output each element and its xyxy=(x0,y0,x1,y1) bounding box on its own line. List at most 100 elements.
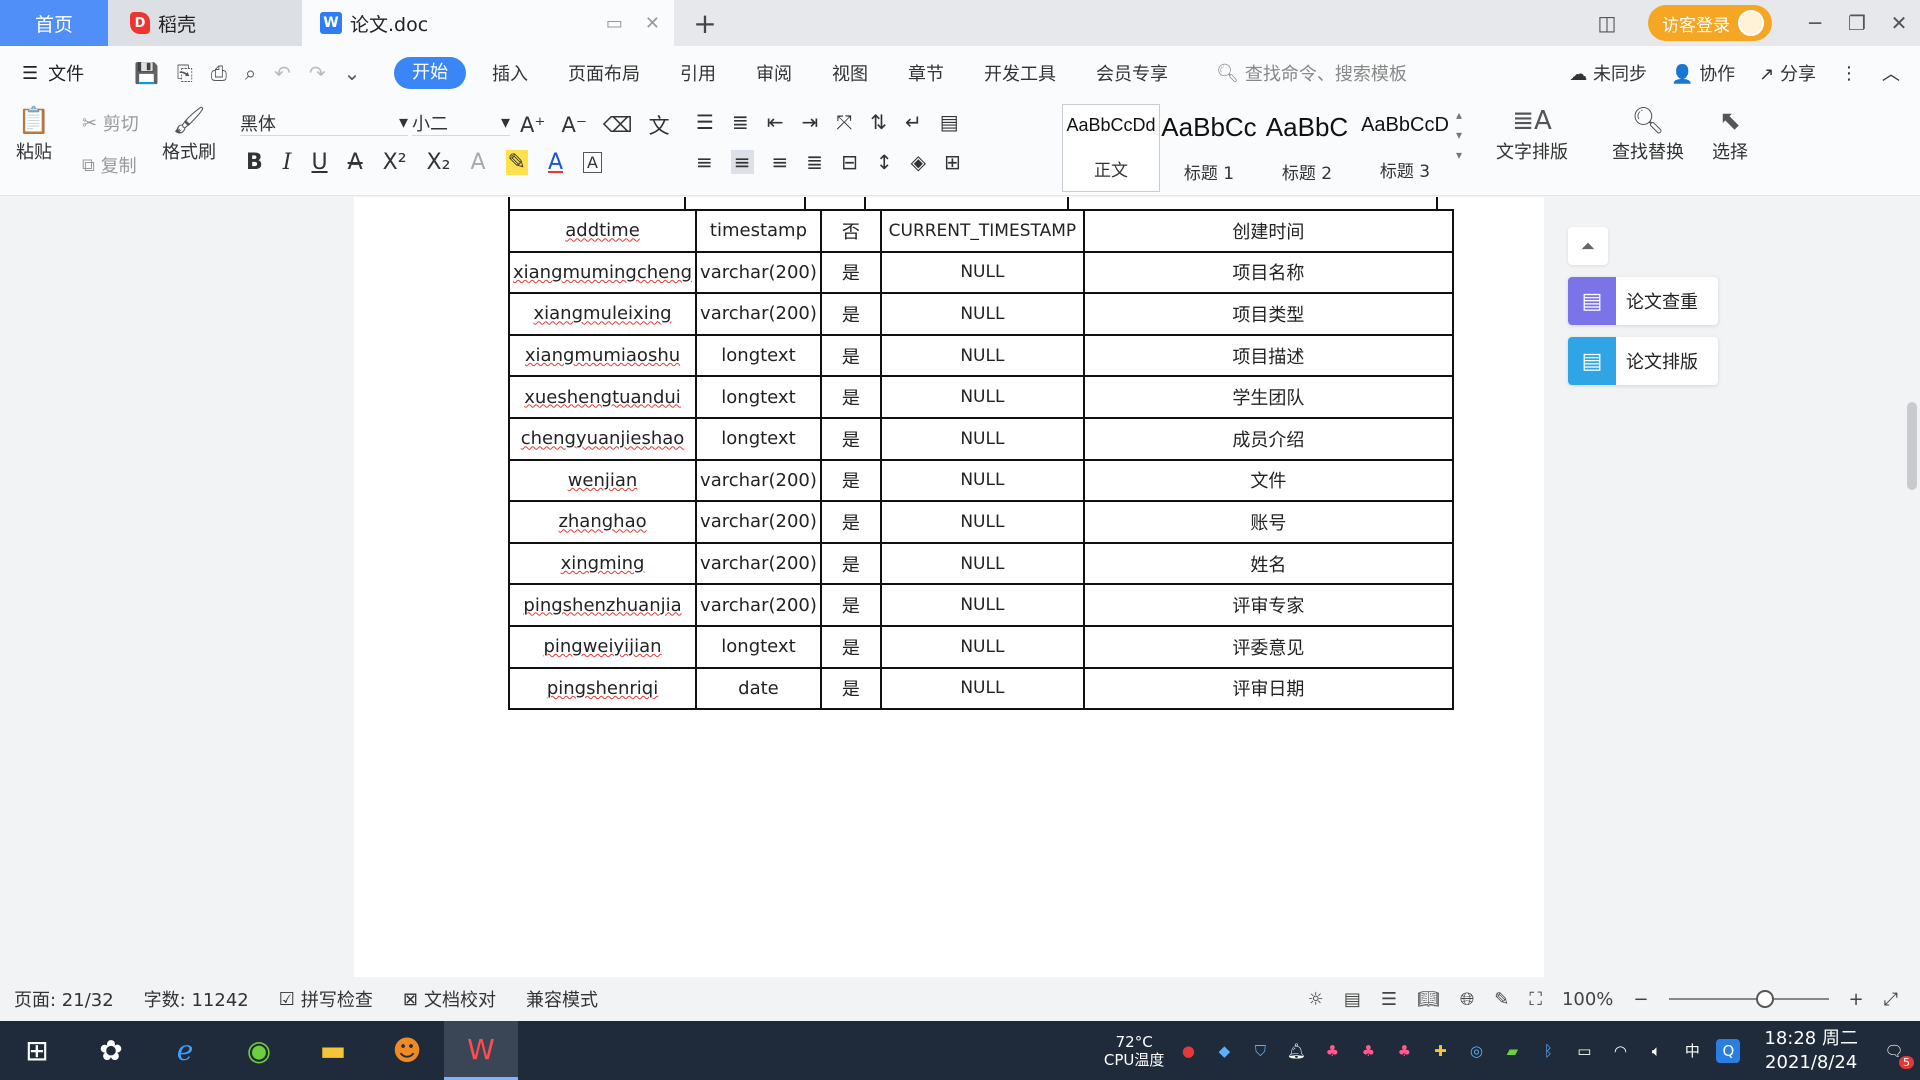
field-type-cell[interactable]: varchar(200) xyxy=(695,541,822,586)
spell-check-button[interactable]: ☑ 拼写检查 xyxy=(279,986,373,1012)
page-indicator[interactable]: 页面: 21/32 xyxy=(14,986,114,1012)
layout-icon[interactable]: ◫ xyxy=(1586,11,1628,35)
nullable-cell[interactable]: 是 xyxy=(819,375,882,419)
description-cell[interactable]: 学生团队 xyxy=(1082,375,1454,419)
file-menu[interactable]: ☰ 文件 xyxy=(22,60,112,86)
field-type-cell[interactable]: varchar(200) xyxy=(695,458,822,503)
nullable-cell[interactable]: 是 xyxy=(819,624,882,669)
collapse-ribbon-icon[interactable]: ︿ xyxy=(1882,60,1900,86)
default-cell[interactable]: NULL xyxy=(879,458,1085,503)
style-heading-3[interactable]: AaBbCcD 标题 3 xyxy=(1356,104,1454,192)
nullable-cell[interactable]: 是 xyxy=(819,583,882,627)
paper-layout-button[interactable]: ▤ 论文排版 xyxy=(1568,337,1718,385)
description-cell[interactable]: 成员介绍 xyxy=(1082,416,1454,461)
nullable-cell[interactable]: 是 xyxy=(819,416,882,461)
export-icon[interactable]: ⎘ xyxy=(177,61,193,85)
description-cell[interactable]: 评审专家 xyxy=(1082,583,1454,627)
more-icon[interactable]: ⋮ xyxy=(1840,63,1858,84)
close-tab-icon[interactable]: ✕ xyxy=(645,13,660,34)
taskbar-app-fan-icon[interactable]: ✿ xyxy=(74,1021,148,1080)
default-cell[interactable]: CURRENT_TIMESTAMP xyxy=(879,209,1085,253)
nullable-cell[interactable]: 是 xyxy=(819,250,882,295)
numbering-icon[interactable]: ≣ xyxy=(732,110,749,134)
notification-icon[interactable]: 🗨︎ 5 xyxy=(1882,1039,1914,1069)
menu-developer[interactable]: 开发工具 xyxy=(964,60,1076,86)
restore-tab-icon[interactable]: ▭ xyxy=(606,13,623,34)
font-name-select[interactable]: 黑体 ▾ xyxy=(240,110,408,136)
read-view-icon[interactable]: 📖︎ xyxy=(1417,989,1440,1010)
tray-qq-icon[interactable]: ♣ xyxy=(1320,1039,1344,1063)
tray-360-icon[interactable]: ✚ xyxy=(1428,1039,1452,1063)
nullable-cell[interactable]: 是 xyxy=(819,333,882,378)
field-name-cell[interactable]: addtime xyxy=(507,209,698,253)
volume-icon[interactable]: 🔈︎ xyxy=(1644,1039,1668,1063)
copy-button[interactable]: ⧉ 复制 xyxy=(82,152,137,178)
styles-scroll[interactable]: ▴ ▾ ▾ xyxy=(1456,108,1462,162)
align-right-icon[interactable]: ≡ xyxy=(772,150,789,174)
visitor-login-button[interactable]: 访客登录 xyxy=(1648,5,1772,41)
clock[interactable]: 18:28 周二 2021/8/24 xyxy=(1764,1027,1858,1075)
highlight-icon[interactable]: ✎ xyxy=(505,150,528,175)
taskbar-folder-icon[interactable]: ▬ xyxy=(296,1021,370,1080)
zoom-level[interactable]: 100% xyxy=(1562,989,1613,1010)
collapse-panel-icon[interactable]: ⏶ xyxy=(1568,227,1608,265)
sort-icon[interactable]: ⇅ xyxy=(870,110,887,134)
select-button[interactable]: ⬉ 选择 xyxy=(1712,104,1748,164)
align-center-icon[interactable]: ≡ xyxy=(730,150,754,174)
outline-view-icon[interactable]: ☰ xyxy=(1381,989,1397,1010)
format-painter-button[interactable]: 🖌 格式刷 xyxy=(162,104,216,164)
tray-network-app-icon[interactable]: ◆ xyxy=(1212,1039,1236,1063)
share-button[interactable]: ↗ 分享 xyxy=(1759,60,1816,86)
clear-format-icon[interactable]: ⌫ xyxy=(603,113,633,137)
tab-daoke[interactable]: D 稻壳 xyxy=(108,0,302,46)
default-cell[interactable]: NULL xyxy=(879,500,1085,544)
menu-references[interactable]: 引用 xyxy=(660,60,736,86)
text-layout-button[interactable]: ≣A 文字排版 xyxy=(1496,104,1568,164)
tab-document[interactable]: W 论文.doc ▭ ✕ xyxy=(302,0,674,46)
line-spacing-icon[interactable]: ↕ xyxy=(876,150,893,174)
default-cell[interactable]: NULL xyxy=(879,292,1085,336)
word-count[interactable]: 字数: 11242 xyxy=(144,986,249,1012)
tray-qq-icon-2[interactable]: ♣ xyxy=(1356,1039,1380,1063)
minimize-icon[interactable]: ─ xyxy=(1794,11,1836,35)
ime-indicator[interactable]: 中 xyxy=(1680,1039,1704,1063)
style-normal[interactable]: AaBbCcDd 正文 xyxy=(1062,104,1160,192)
tab-home[interactable]: 首页 xyxy=(0,0,108,46)
increase-indent-icon[interactable]: ⇥ xyxy=(801,110,818,134)
description-cell[interactable]: 账号 xyxy=(1082,500,1454,544)
vertical-scrollbar[interactable] xyxy=(1904,197,1920,977)
char-border-icon[interactable]: A xyxy=(583,152,602,173)
field-name-cell[interactable]: zhanghao xyxy=(507,500,698,544)
paper-check-button[interactable]: ▤ 论文查重 xyxy=(1568,277,1718,325)
zoom-out-icon[interactable]: − xyxy=(1633,989,1648,1010)
default-cell[interactable]: NULL xyxy=(879,416,1085,461)
strikethrough-icon[interactable]: A xyxy=(348,150,363,175)
style-heading-1[interactable]: AaBbCc 标题 1 xyxy=(1160,104,1258,192)
zoom-slider[interactable] xyxy=(1668,990,1829,1008)
font-size-select[interactable]: 小二 ▾ xyxy=(412,110,510,136)
style-heading-2[interactable]: AaBbC 标题 2 xyxy=(1258,104,1356,192)
menu-chapter[interactable]: 章节 xyxy=(888,60,964,86)
description-cell[interactable]: 文件 xyxy=(1082,458,1454,503)
fullscreen-icon[interactable]: ⤢ xyxy=(1884,989,1898,1010)
field-name-cell[interactable]: wenjian xyxy=(507,458,698,503)
tray-search-icon[interactable]: Q xyxy=(1716,1038,1741,1063)
web-view-icon[interactable]: 🌐︎ xyxy=(1460,989,1474,1010)
default-cell[interactable]: NULL xyxy=(879,541,1085,586)
fit-page-icon[interactable]: ⛶ xyxy=(1529,989,1542,1010)
nullable-cell[interactable]: 是 xyxy=(819,458,882,503)
align-left-icon[interactable]: ≡ xyxy=(696,150,713,174)
shield-icon[interactable]: ⛉ xyxy=(1248,1039,1272,1063)
scrollbar-thumb[interactable] xyxy=(1907,402,1917,490)
nullable-cell[interactable]: 否 xyxy=(819,209,882,253)
nullable-cell[interactable]: 是 xyxy=(819,541,882,586)
menu-home[interactable]: 开始 xyxy=(394,57,466,89)
cut-button[interactable]: ✂ 剪切 xyxy=(82,110,139,136)
field-name-cell[interactable]: pingshenzhuanjia xyxy=(507,583,698,627)
show-marks-icon[interactable]: ↵ xyxy=(905,110,922,134)
collab-button[interactable]: 👤 协作 xyxy=(1671,60,1735,86)
justify-icon[interactable]: ≣ xyxy=(806,150,823,174)
field-name-cell[interactable]: pingshenriqi xyxy=(507,666,698,711)
taskbar-ie-icon[interactable]: ℯ xyxy=(148,1021,222,1080)
wifi-icon[interactable]: ◠ xyxy=(1608,1039,1632,1063)
